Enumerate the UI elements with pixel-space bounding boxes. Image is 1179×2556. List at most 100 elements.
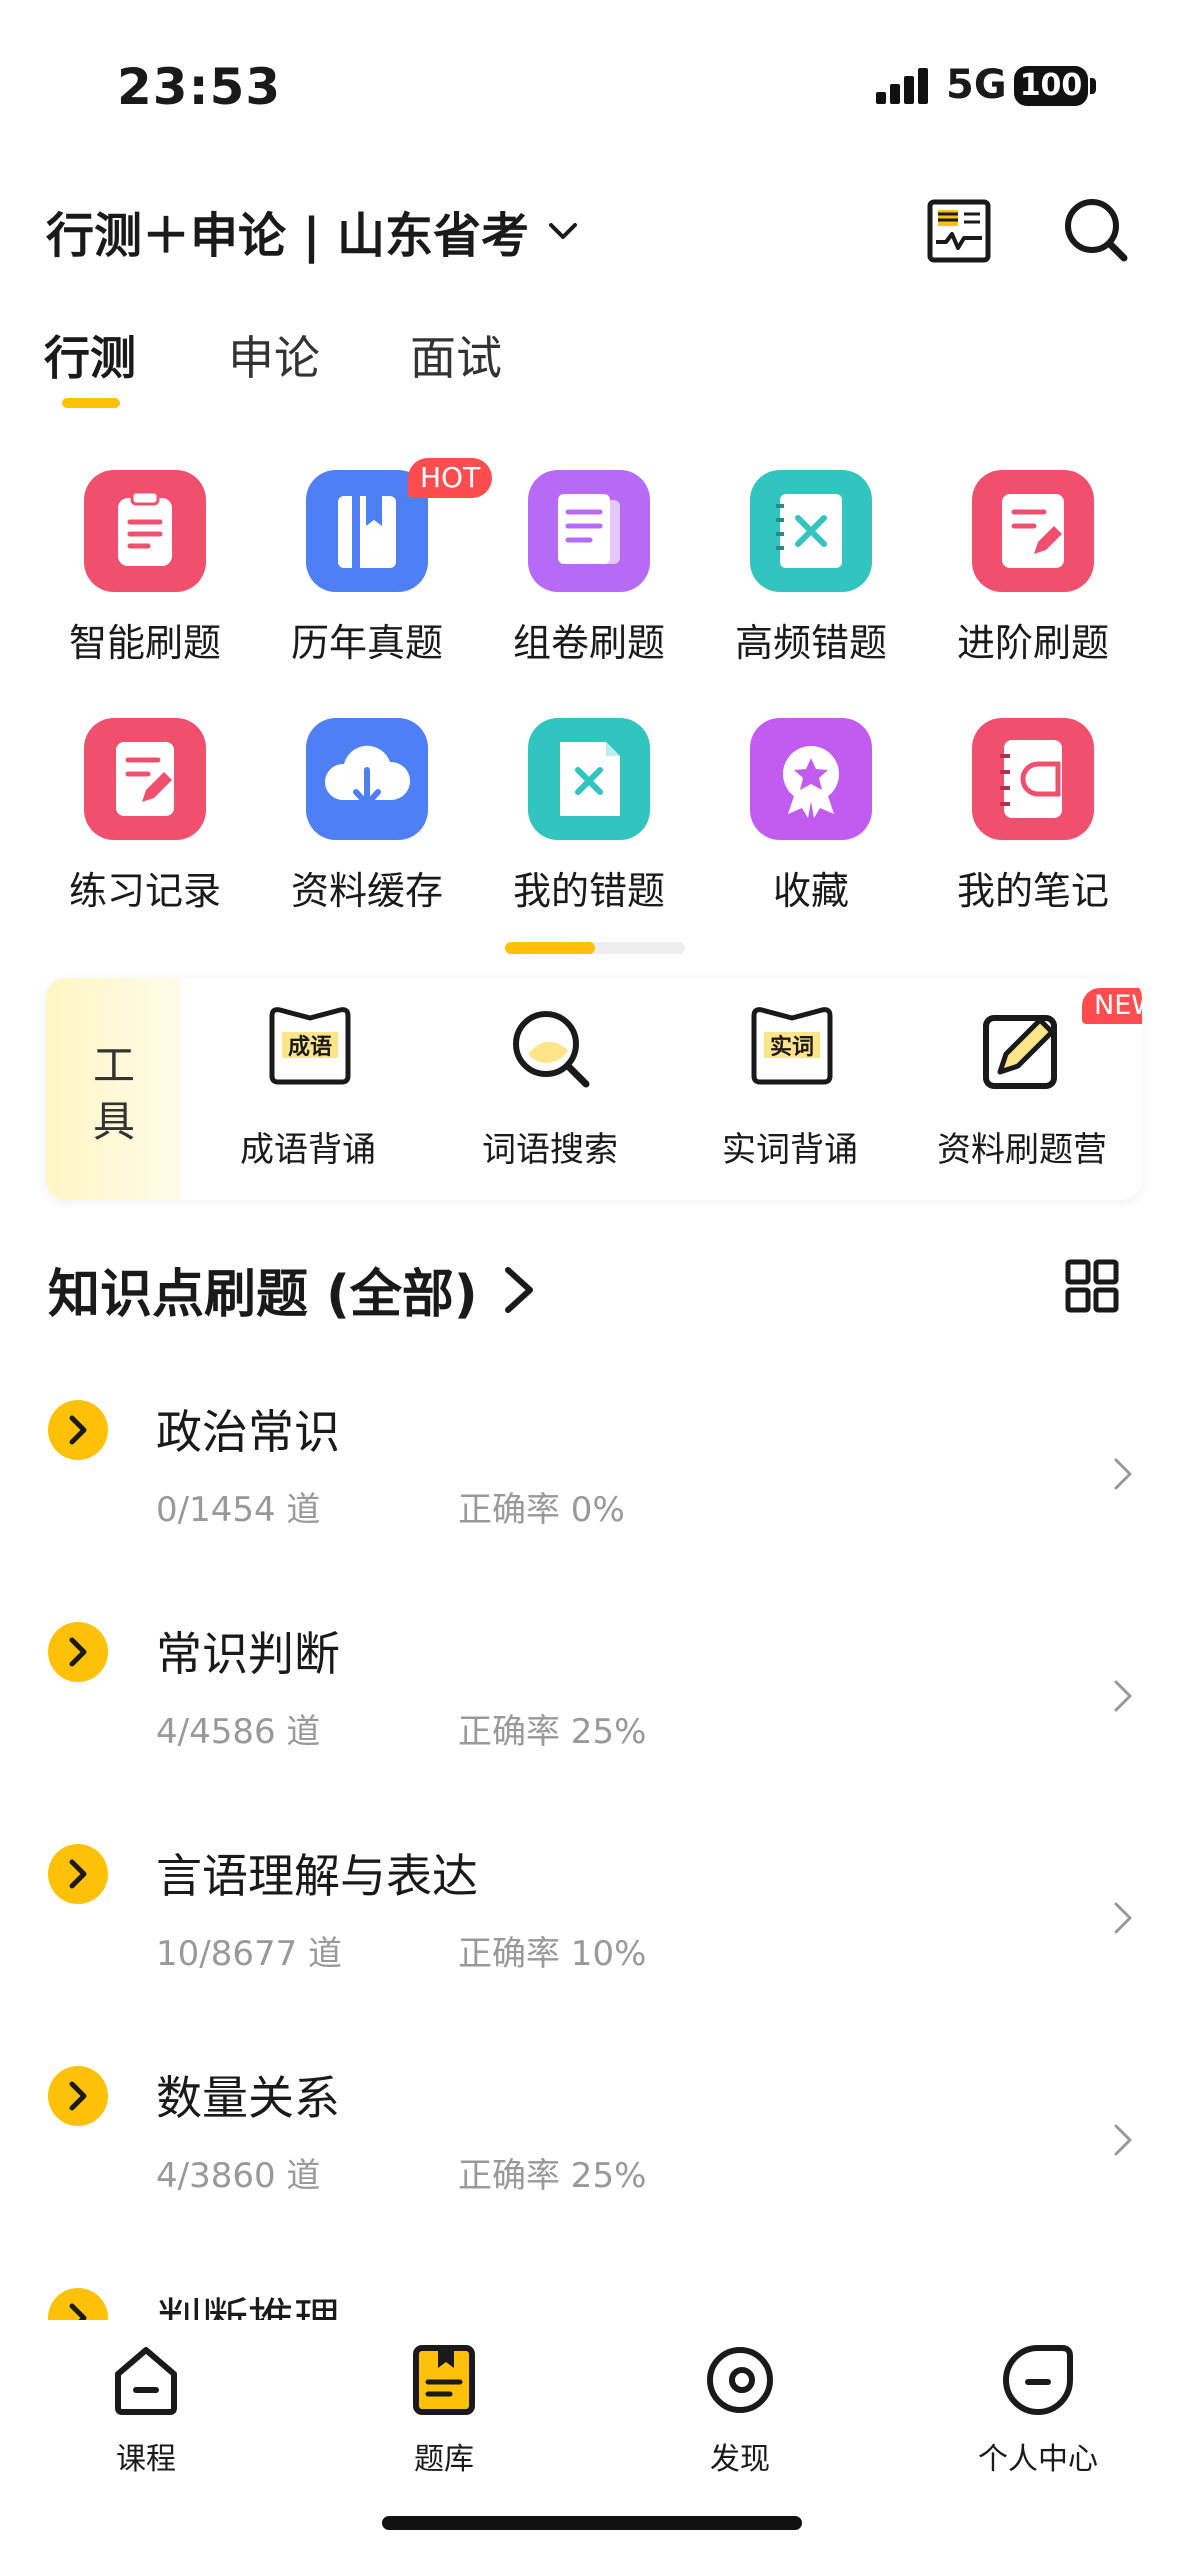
tool-icon-text: 实词 — [770, 1034, 814, 1060]
tab-indicator — [62, 398, 120, 408]
papers-icon — [528, 470, 650, 592]
feature-my-notes[interactable]: 我的笔记 — [924, 718, 1142, 938]
tool-word-search[interactable]: 词语搜索 — [430, 978, 670, 1200]
tools-label-char: 工 — [92, 1041, 135, 1090]
subject-tabs: 行测 申论 面试 — [0, 310, 1179, 410]
chevron-right-icon — [1114, 2124, 1132, 2156]
nav-profile[interactable]: 个人中心 — [948, 2334, 1128, 2484]
expand-icon[interactable] — [48, 2066, 108, 2126]
tool-content-word-recite[interactable]: 实词 实词背诵 — [670, 978, 910, 1200]
item-rate: 正确率 25% — [458, 2156, 647, 2196]
nav-question-bank[interactable]: 题库 — [354, 2334, 534, 2484]
item-rate: 正确率 0% — [458, 1490, 625, 1530]
question-bank-icon — [413, 2345, 475, 2415]
tool-idiom-recite[interactable]: 成语 成语背诵 — [188, 978, 428, 1200]
pen-paper-icon — [972, 470, 1094, 592]
chevron-right-icon — [1114, 1458, 1132, 1490]
feature-favorites[interactable]: 收藏 — [702, 718, 920, 938]
feature-my-errors[interactable]: 我的错题 — [480, 718, 698, 938]
item-title: 常识判断 — [156, 1627, 340, 1681]
notebook-icon — [972, 718, 1094, 840]
tab-mianshi[interactable]: 面试 — [410, 322, 502, 388]
expand-icon[interactable] — [48, 1622, 108, 1682]
item-rate: 正确率 25% — [458, 1712, 647, 1752]
feature-label: 历年真题 — [290, 621, 443, 665]
feature-advanced-practice[interactable]: 进阶刷题 — [924, 470, 1142, 690]
edit-record-icon — [84, 718, 206, 840]
expand-icon[interactable] — [48, 1844, 108, 1904]
signal-icon — [876, 68, 928, 104]
nav-label: 题库 — [414, 2442, 474, 2477]
item-rate: 正确率 10% — [458, 1934, 647, 1974]
feature-label: 组卷刷题 — [512, 621, 665, 665]
exam-selector[interactable]: 行测＋申论 | 山东省考 — [46, 196, 583, 266]
nav-label: 发现 — [710, 2442, 770, 2477]
tool-icon-text: 成语 — [288, 1035, 332, 1060]
tool-label: 成语背诵 — [240, 1130, 376, 1170]
nav-label: 个人中心 — [978, 2442, 1098, 2477]
feature-label: 我的错题 — [512, 869, 665, 913]
nav-discover[interactable]: 发现 — [650, 2334, 830, 2484]
feature-label: 智能刷题 — [68, 621, 221, 665]
tool-label: 词语搜索 — [482, 1130, 618, 1170]
feature-frequent-errors[interactable]: 高频错题 — [702, 470, 920, 690]
expand-icon[interactable] — [48, 1400, 108, 1460]
chevron-right-icon — [1114, 1902, 1132, 1934]
list-item[interactable]: 数量关系 4/3860 道 正确率 25% — [0, 2056, 1179, 2280]
knowledge-list: 政治常识 0/1454 道 正确率 0% 常识判断 4/4586 道 正确率 2… — [0, 1390, 1179, 2330]
tools-card: 工 具 成语 成语背诵 词语搜索 实词 实词背诵 NEW 资料刷题营 — [46, 978, 1142, 1200]
status-time: 23:53 — [117, 58, 282, 116]
list-item[interactable]: 政治常识 0/1454 道 正确率 0% — [0, 1390, 1179, 1614]
list-item[interactable]: 常识判断 4/4586 道 正确率 25% — [0, 1612, 1179, 1836]
item-count: 0/1454 道 — [156, 1490, 321, 1530]
search-icon[interactable] — [1060, 194, 1132, 266]
chevron-right-icon — [1114, 1680, 1132, 1712]
cloud-download-icon — [306, 718, 428, 840]
tab-shenlun[interactable]: 申论 — [228, 322, 320, 388]
discover-icon — [707, 2347, 773, 2413]
feature-label: 进阶刷题 — [956, 621, 1109, 665]
magnifier-icon — [513, 1011, 590, 1088]
tab-xingce[interactable]: 行测 — [44, 322, 136, 388]
item-count: 4/4586 道 — [156, 1712, 321, 1752]
grid-pager — [505, 942, 685, 954]
feature-assemble-paper[interactable]: 组卷刷题 — [480, 470, 698, 690]
feature-label: 练习记录 — [68, 869, 221, 913]
idiom-book-icon: 成语 — [269, 1007, 351, 1085]
status-bar: 23:53 5G 100 — [0, 0, 1179, 170]
wrong-paper-icon — [528, 718, 650, 840]
clipboard-icon — [84, 470, 206, 592]
nav-course[interactable]: 课程 — [56, 2334, 236, 2484]
feature-smart-practice[interactable]: 智能刷题 — [36, 470, 254, 690]
chevron-down-icon — [548, 223, 577, 239]
chevron-right-icon — [504, 1266, 533, 1313]
pager-fill — [505, 942, 595, 954]
feature-past-papers[interactable]: HOT 历年真题 — [258, 458, 493, 690]
feature-label: 收藏 — [772, 869, 849, 913]
item-count: 10/8677 道 — [156, 1934, 343, 1974]
report-icon[interactable] — [924, 196, 994, 266]
feature-label: 资料缓存 — [290, 869, 443, 913]
tools-label: 工 具 — [46, 978, 180, 1200]
feature-label: 高频错题 — [734, 621, 887, 665]
item-title: 政治常识 — [156, 1405, 340, 1459]
knowledge-title-text: 知识点刷题 (全部) — [48, 1265, 478, 1325]
word-book-icon: 实词 — [751, 1007, 833, 1085]
feature-material-cache[interactable]: 资料缓存 — [258, 718, 476, 938]
item-title: 言语理解与表达 — [156, 1849, 478, 1903]
grid-view-icon[interactable] — [1064, 1258, 1120, 1314]
item-title: 数量关系 — [156, 2071, 340, 2125]
tool-material-camp[interactable]: NEW 资料刷题营 — [902, 978, 1142, 1200]
knowledge-section-title[interactable]: 知识点刷题 (全部) — [48, 1252, 540, 1327]
new-badge: NEW — [1082, 988, 1142, 1024]
tool-label: 资料刷题营 — [937, 1130, 1107, 1170]
home-indicator — [382, 2516, 802, 2530]
wrong-notebook-icon — [750, 470, 872, 592]
network-type: 5G — [946, 62, 1007, 108]
tools-label-char: 具 — [92, 1097, 135, 1146]
profile-icon — [1003, 2345, 1073, 2415]
feature-practice-record[interactable]: 练习记录 — [36, 718, 254, 938]
battery-icon: 100 — [1014, 66, 1088, 106]
list-item[interactable]: 言语理解与表达 10/8677 道 正确率 10% — [0, 1834, 1179, 2058]
feature-label: 我的笔记 — [956, 869, 1109, 913]
